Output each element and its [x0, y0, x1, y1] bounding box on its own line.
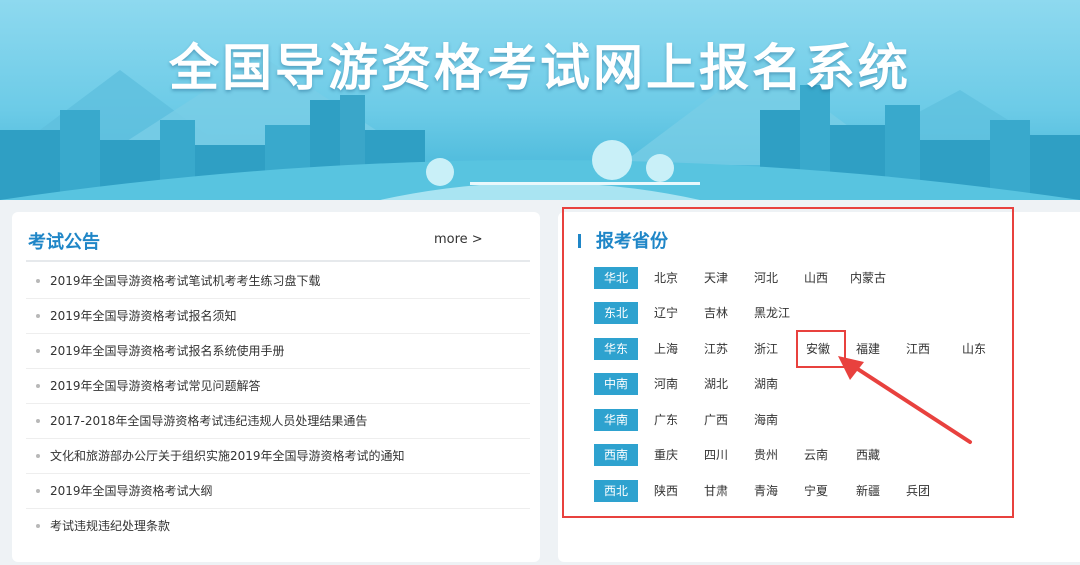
bullet-icon — [36, 349, 40, 353]
header-banner: 全国导游资格考试网上报名系统 — [0, 0, 1080, 200]
bullet-icon — [36, 524, 40, 528]
notice-item[interactable]: 2019年全国导游资格考试报名须知 — [26, 299, 530, 334]
page-title: 全国导游资格考试网上报名系统 — [169, 39, 911, 97]
bullet-icon — [36, 454, 40, 458]
notice-item-label: 2019年全国导游资格考试笔试机考考生练习盘下载 — [50, 274, 321, 288]
notice-item-label: 2019年全国导游资格考试报名系统使用手册 — [50, 344, 285, 358]
bullet-icon — [36, 279, 40, 283]
notice-item-label: 文化和旅游部办公厅关于组织实施2019年全国导游资格考试的通知 — [50, 449, 405, 463]
notice-item-label: 2019年全国导游资格考试报名须知 — [50, 309, 237, 323]
notice-header: 考试公告 more > — [26, 226, 530, 262]
notice-title: 考试公告 — [28, 232, 100, 253]
notice-item-label: 2019年全国导游资格考试常见问题解答 — [50, 379, 261, 393]
notice-item[interactable]: 2019年全国导游资格考试大纲 — [26, 474, 530, 509]
more-link[interactable]: more > — [434, 232, 483, 247]
bullet-icon — [36, 419, 40, 423]
notice-item-label: 考试违规违纪处理条款 — [50, 519, 171, 533]
notice-item[interactable]: 2019年全国导游资格考试笔试机考考生练习盘下载 — [26, 264, 530, 299]
notice-panel: 考试公告 more > 2019年全国导游资格考试笔试机考考生练习盘下载 201… — [12, 212, 540, 562]
notice-item-label: 2017-2018年全国导游资格考试违纪违规人员处理结果通告 — [50, 414, 368, 428]
notice-item[interactable]: 2019年全国导游资格考试常见问题解答 — [26, 369, 530, 404]
notice-item-label: 2019年全国导游资格考试大纲 — [50, 484, 213, 498]
notice-item[interactable]: 文化和旅游部办公厅关于组织实施2019年全国导游资格考试的通知 — [26, 439, 530, 474]
bullet-icon — [36, 489, 40, 493]
notice-item[interactable]: 考试违规违纪处理条款 — [26, 509, 530, 544]
notice-list: 2019年全国导游资格考试笔试机考考生练习盘下载 2019年全国导游资格考试报名… — [26, 264, 530, 544]
bullet-icon — [36, 314, 40, 318]
red-arrow-icon — [838, 356, 972, 444]
bullet-icon — [36, 384, 40, 388]
notice-item[interactable]: 2017-2018年全国导游资格考试违纪违规人员处理结果通告 — [26, 404, 530, 439]
notice-item[interactable]: 2019年全国导游资格考试报名系统使用手册 — [26, 334, 530, 369]
